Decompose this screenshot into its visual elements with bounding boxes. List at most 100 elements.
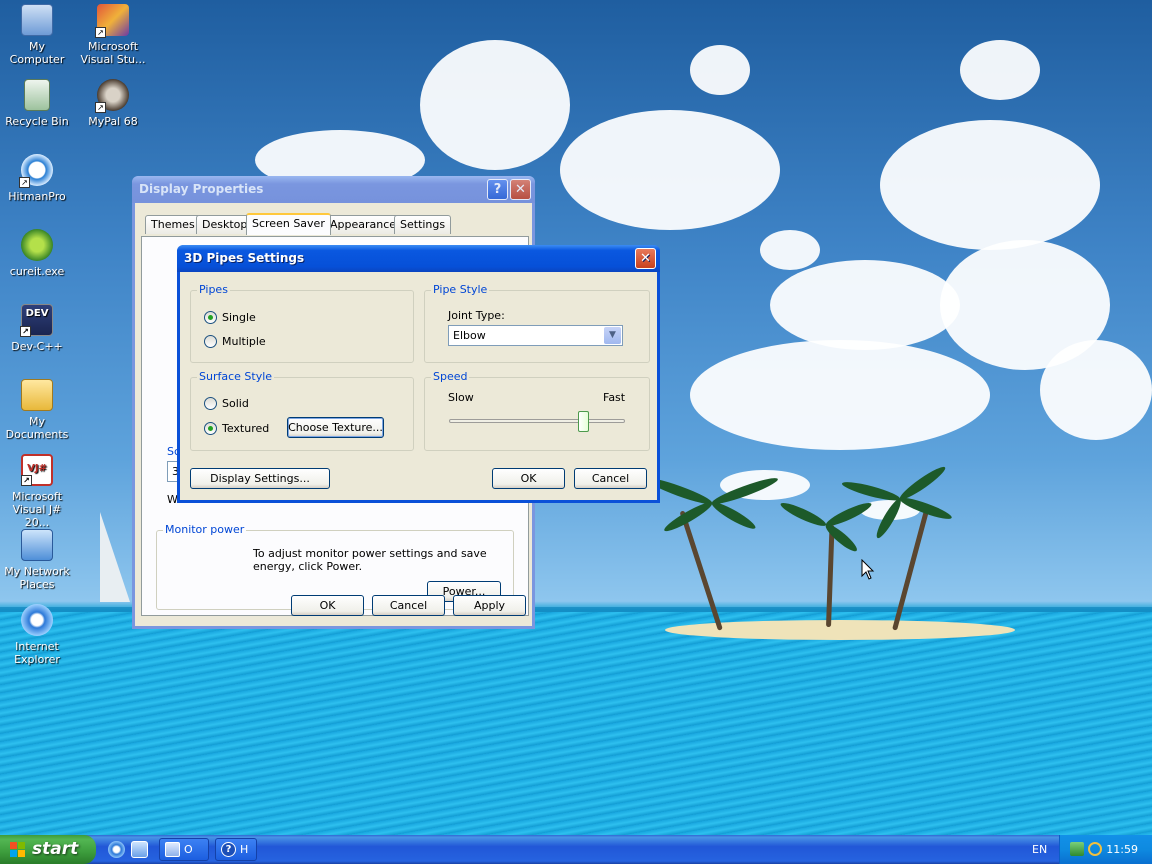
desktop-icon-label: Internet Explorer — [14, 640, 60, 666]
button-label: Cancel — [389, 599, 428, 612]
joint-type-value: Elbow — [453, 329, 486, 342]
network-tray-icon[interactable] — [1070, 842, 1084, 856]
desktop-icon-label: Recycle Bin — [5, 115, 69, 128]
tab-strip: Themes Desktop Screen Saver Appearance S… — [143, 213, 523, 237]
cloud — [760, 230, 820, 270]
cureit-spider-icon — [21, 229, 53, 261]
mouse-cursor-icon — [861, 559, 875, 580]
tab-label: Appearance — [330, 218, 397, 231]
cancel-button[interactable]: Cancel — [574, 468, 647, 489]
taskbar-task-help[interactable]: ? H — [215, 838, 257, 861]
radio-solid[interactable]: Solid — [204, 397, 249, 410]
taskbar: start O ? H EN 11:59 — [0, 835, 1152, 864]
shortcut-arrow-icon: ↗ — [19, 177, 30, 188]
tab-appearance[interactable]: Appearance — [324, 215, 403, 234]
computer-icon — [21, 4, 53, 36]
start-label: start — [32, 839, 79, 859]
button-label: Display Settings... — [210, 472, 310, 485]
desktop-icon-visual-jsharp[interactable]: VJ# ↗ Microsoft Visual J# 20... — [0, 454, 74, 529]
system-tray: 11:59 — [1059, 835, 1152, 864]
fast-label: Fast — [603, 391, 626, 404]
monitor-power-label: Monitor power — [163, 523, 247, 536]
radio-single[interactable]: Single — [204, 311, 256, 324]
desktop-icon-label: HitmanPro — [8, 190, 66, 203]
desktop-icon-label: My Computer — [9, 40, 65, 66]
radio-dot-selected — [204, 422, 217, 435]
cloud — [420, 40, 570, 170]
chevron-down-icon[interactable]: ▼ — [604, 327, 621, 344]
start-button[interactable]: start — [0, 835, 96, 864]
display-settings-button[interactable]: Display Settings... — [190, 468, 330, 489]
visual-studio-icon: ↗ — [95, 4, 129, 38]
tab-themes[interactable]: Themes — [145, 215, 201, 234]
desktop-icon-label: Microsoft Visual Stu... — [80, 40, 146, 66]
desktop-icon-mypal[interactable]: ↗ MyPal 68 — [76, 79, 150, 128]
desktop-icon-label: Microsoft Visual J# 20... — [11, 490, 63, 529]
raccoon-icon: ↗ — [95, 79, 129, 113]
desktop-icon-cureit[interactable]: cureit.exe — [0, 229, 74, 278]
pipes-settings-titlebar[interactable]: 3D Pipes Settings ✕ — [177, 245, 660, 272]
quick-launch-show-desktop[interactable] — [131, 841, 148, 858]
monitor-power-text: To adjust monitor power settings and sav… — [253, 547, 487, 573]
radio-multiple[interactable]: Multiple — [204, 335, 266, 348]
window-title: Display Properties — [139, 182, 264, 196]
desktop-icon-my-documents[interactable]: My Documents — [0, 379, 74, 441]
display-properties-titlebar[interactable]: Display Properties ? ✕ — [132, 176, 535, 203]
shortcut-arrow-icon: ↗ — [95, 102, 106, 113]
pipe-style-group: Pipe Style Joint Type: Elbow ▼ — [424, 283, 650, 363]
help-button[interactable]: ? — [487, 179, 508, 200]
speed-slider-track[interactable] — [449, 419, 625, 423]
pipes-group-label: Pipes — [197, 283, 230, 296]
language-indicator[interactable]: EN — [1032, 843, 1047, 856]
ok-button[interactable]: OK — [492, 468, 565, 489]
close-button[interactable]: ✕ — [635, 248, 656, 269]
cloud — [880, 120, 1100, 250]
surface-style-group: Surface Style Solid Textured Choose Text… — [190, 370, 414, 451]
desktop-icon-internet-explorer[interactable]: Internet Explorer — [0, 604, 74, 666]
cloud — [770, 260, 960, 350]
palm-frond — [840, 478, 902, 504]
close-button[interactable]: ✕ — [510, 179, 531, 200]
display-properties-icon — [165, 842, 180, 857]
surface-style-group-label: Surface Style — [197, 370, 275, 383]
desktop-icon-recycle-bin[interactable]: Recycle Bin — [0, 79, 74, 128]
button-label: OK — [319, 599, 336, 612]
quick-launch-ie[interactable] — [108, 841, 125, 858]
close-icon: ✕ — [640, 251, 651, 266]
speed-slider-thumb[interactable] — [577, 411, 589, 432]
clock[interactable]: 11:59 — [1106, 843, 1138, 856]
tab-desktop[interactable]: Desktop — [196, 215, 254, 234]
joint-type-label: Joint Type: — [448, 309, 505, 322]
cancel-button[interactable]: Cancel — [372, 595, 445, 616]
recycle-bin-icon — [24, 79, 50, 111]
search-tray-icon[interactable] — [1088, 842, 1102, 856]
pipes-settings-dialog[interactable]: 3D Pipes Settings ✕ Pipes Single Multipl… — [177, 245, 660, 503]
taskbar-task-display-properties[interactable]: O — [159, 838, 209, 861]
tab-label: Settings — [400, 218, 446, 231]
tab-settings[interactable]: Settings — [394, 215, 452, 234]
cloud — [1040, 340, 1152, 440]
radio-label: Solid — [222, 397, 249, 410]
tab-label: Desktop — [202, 218, 248, 231]
joint-type-select[interactable]: Elbow ▼ — [448, 325, 623, 346]
desktop-icon-label: MyPal 68 — [88, 115, 138, 128]
network-icon — [21, 529, 53, 561]
pipes-settings-client: Pipes Single Multiple Pipe Style Joint T… — [180, 272, 657, 500]
desktop-icon-my-computer[interactable]: My Computer — [0, 4, 74, 66]
button-label: Cancel — [591, 472, 630, 485]
radio-textured[interactable]: Textured — [204, 422, 269, 435]
tab-screen-saver[interactable]: Screen Saver — [246, 213, 331, 235]
desktop-icon-hitmanpro[interactable]: ↗ HitmanPro — [0, 154, 74, 203]
palm-frond — [709, 498, 758, 533]
desktop-icon-visual-studio[interactable]: ↗ Microsoft Visual Stu... — [76, 4, 150, 66]
task-label: H — [240, 843, 249, 856]
desktop-icon-my-network-places[interactable]: My Network Places — [0, 529, 74, 591]
sea — [0, 612, 1152, 835]
desktop-icon-devcpp[interactable]: DEV ↗ Dev-C++ — [0, 304, 74, 353]
apply-button[interactable]: Apply — [453, 595, 526, 616]
radio-dot — [204, 335, 217, 348]
choose-texture-button[interactable]: Choose Texture... — [287, 417, 384, 438]
button-label: Apply — [473, 599, 506, 612]
button-label: Choose Texture... — [288, 421, 383, 434]
ok-button[interactable]: OK — [291, 595, 364, 616]
